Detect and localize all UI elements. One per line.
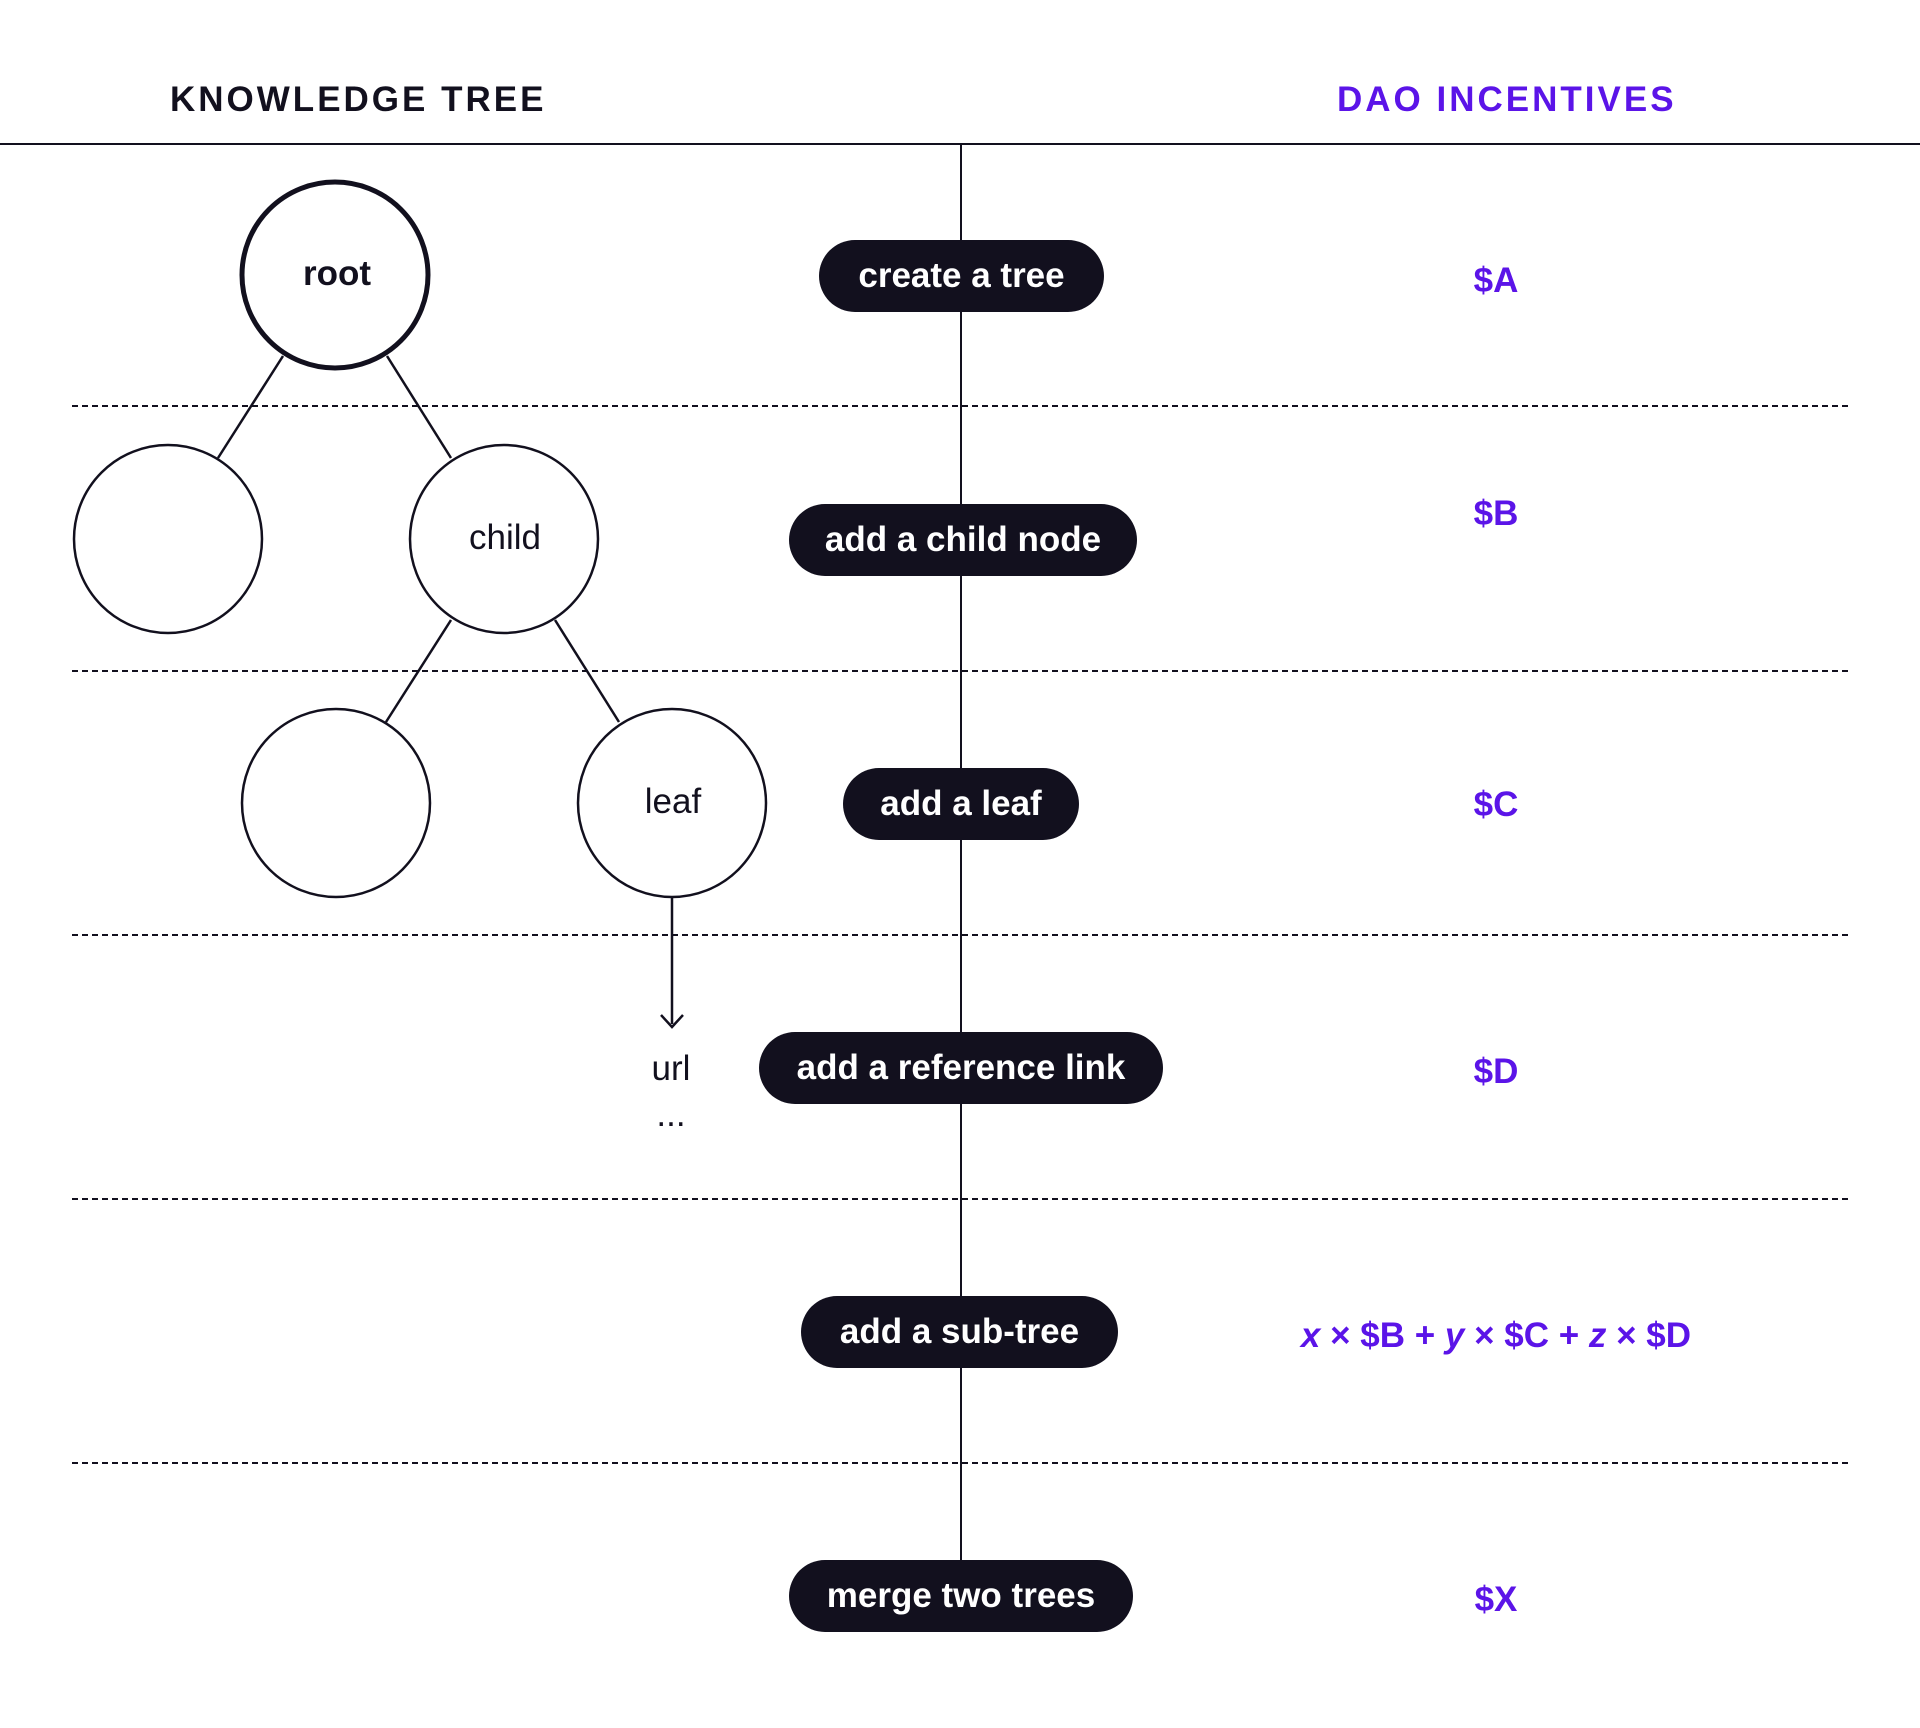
add-a-sub-tree-pill: add a sub-tree xyxy=(801,1296,1118,1368)
leaf-node-label: leaf xyxy=(645,782,702,821)
incentive-create-tree: $A xyxy=(1473,261,1519,300)
incentive-add-reference-link: $D xyxy=(1473,1052,1519,1091)
formula-var-z: z xyxy=(1588,1316,1607,1355)
create-a-tree-pill: create a tree xyxy=(819,240,1104,312)
formula-term-d: × $D xyxy=(1606,1316,1692,1355)
formula-var-y: y xyxy=(1444,1316,1465,1355)
incentive-merge-trees: $X xyxy=(1474,1580,1518,1619)
edge-root-child xyxy=(385,355,453,459)
incentive-add-sub-tree-formula: x × $B + y × $C + z × $D xyxy=(1216,1318,1776,1353)
formula-term-b: × $B + xyxy=(1320,1316,1445,1355)
root-node-label: root xyxy=(303,254,371,293)
incentive-add-child-node: $B xyxy=(1473,494,1519,533)
edge-child-leaf xyxy=(553,619,621,723)
formula-term-c: × $C + xyxy=(1464,1316,1589,1355)
edge-root-left xyxy=(216,355,285,459)
url-label: url xyxy=(652,1049,691,1088)
empty-node xyxy=(240,707,432,899)
add-a-reference-link-pill: add a reference link xyxy=(759,1032,1163,1104)
edge-child-left xyxy=(384,619,453,723)
merge-two-trees-pill: merge two trees xyxy=(789,1560,1133,1632)
formula-var-x: x xyxy=(1300,1316,1321,1355)
ellipsis-label: ... xyxy=(656,1095,685,1134)
add-a-child-node-pill: add a child node xyxy=(789,504,1137,576)
add-a-leaf-pill: add a leaf xyxy=(843,768,1079,840)
incentive-add-leaf: $C xyxy=(1473,785,1519,824)
empty-node xyxy=(72,443,264,635)
child-node-label: child xyxy=(469,518,541,557)
